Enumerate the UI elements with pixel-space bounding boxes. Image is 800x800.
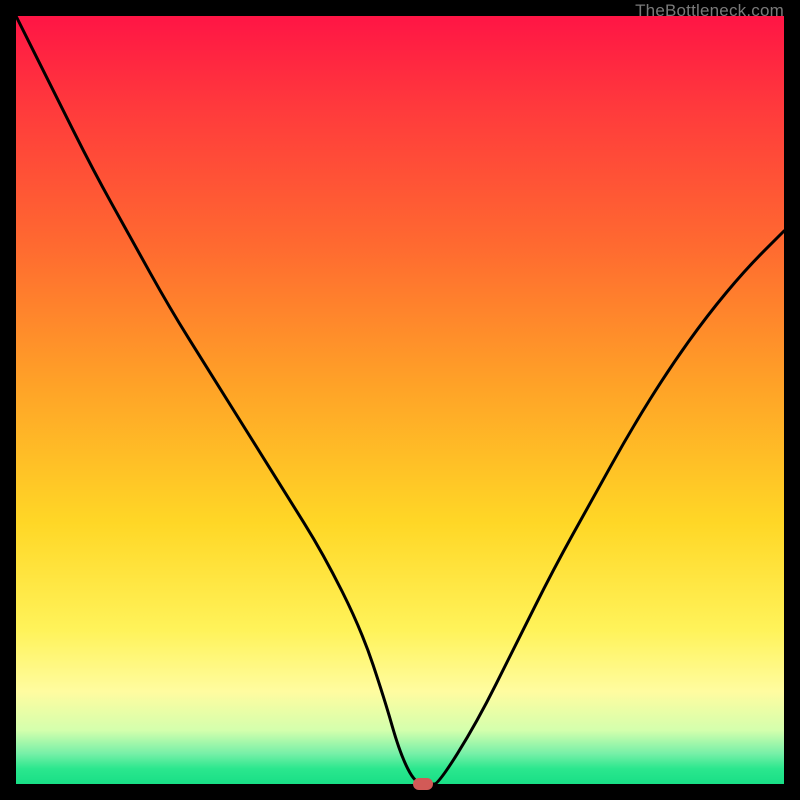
chart-plot-area: TheBottleneck.com xyxy=(16,16,784,784)
optimum-marker xyxy=(413,778,433,790)
chart-frame: TheBottleneck.com xyxy=(0,0,800,800)
bottleneck-curve xyxy=(16,16,784,784)
